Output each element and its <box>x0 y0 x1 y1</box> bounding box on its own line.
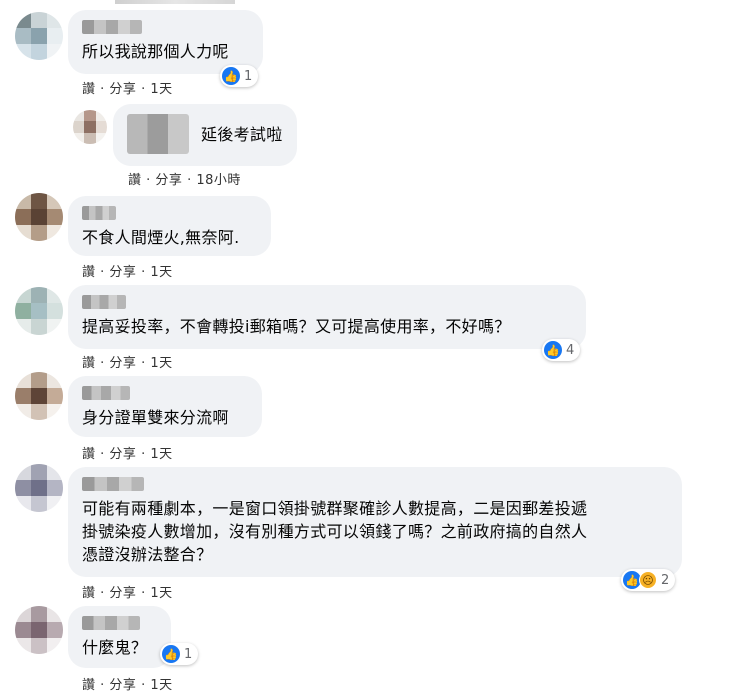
author-name[interactable] <box>82 477 144 491</box>
share-link[interactable]: 分享 <box>109 447 136 462</box>
reaction-summary[interactable]: 👍 1 <box>160 643 199 665</box>
timestamp[interactable]: 1天 <box>150 447 172 462</box>
timestamp[interactable]: 1天 <box>150 265 172 280</box>
comment-actions: 讚 · 分享 · 18小時 <box>128 173 241 188</box>
share-link[interactable]: 分享 <box>109 356 136 371</box>
comment-actions: 讚 · 分享 · 1天 <box>82 586 173 601</box>
author-name[interactable] <box>82 295 126 309</box>
author-name[interactable] <box>82 386 130 400</box>
like-icon: 👍 <box>544 341 562 359</box>
avatar[interactable] <box>15 287 63 335</box>
reaction-summary[interactable]: 👍 1 <box>220 65 259 87</box>
comment-text: 可能有兩種劇本，一是窗口領掛號群聚確診人數提高，二是因郵差投遞 掛號染疫人數增加… <box>82 499 588 564</box>
author-name[interactable] <box>82 616 140 630</box>
timestamp[interactable]: 18小時 <box>196 173 241 188</box>
avatar[interactable] <box>15 193 63 241</box>
reaction-summary[interactable]: 👍 ☹ 2 <box>621 569 676 591</box>
comment-bubble: 身分證單雙來分流啊 <box>68 376 262 437</box>
reaction-count: 4 <box>566 342 575 358</box>
comment-actions: 讚 · 分享 · 1天 <box>82 356 173 371</box>
author-name[interactable] <box>82 206 116 220</box>
reaction-summary[interactable]: 👍 4 <box>542 339 581 361</box>
timestamp[interactable]: 1天 <box>150 82 172 97</box>
comment-text: 所以我說那個人力呢 <box>82 42 229 61</box>
timestamp[interactable]: 1天 <box>150 356 172 371</box>
reaction-count: 1 <box>184 646 193 662</box>
like-link[interactable]: 讚 <box>82 678 96 693</box>
comment-bubble: 什麼鬼？ <box>68 606 171 668</box>
like-link[interactable]: 讚 <box>82 447 96 462</box>
timestamp[interactable]: 1天 <box>150 586 172 601</box>
like-link[interactable]: 讚 <box>82 82 96 97</box>
timestamp[interactable]: 1天 <box>150 678 172 693</box>
comment-actions: 讚 · 分享 · 1天 <box>82 447 173 462</box>
avatar[interactable] <box>15 606 63 654</box>
comment-bubble: 可能有兩種劇本，一是窗口領掛號群聚確診人數提高，二是因郵差投遞 掛號染疫人數增加… <box>68 467 682 577</box>
reaction-count: 1 <box>244 68 253 84</box>
avatar[interactable] <box>15 372 63 420</box>
reaction-count: 2 <box>661 572 670 588</box>
comment-text: 提高妥投率，不會轉投i郵箱嗎？又可提高使用率，不好嗎？ <box>82 317 511 336</box>
avatar[interactable] <box>15 464 63 512</box>
author-name[interactable] <box>82 20 142 34</box>
comment-actions: 讚 · 分享 · 1天 <box>82 82 173 97</box>
like-link[interactable]: 讚 <box>128 173 142 188</box>
author-name[interactable] <box>127 114 189 154</box>
avatar[interactable] <box>73 110 107 144</box>
comment-bubble: 提高妥投率，不會轉投i郵箱嗎？又可提高使用率，不好嗎？ <box>68 285 586 349</box>
share-link[interactable]: 分享 <box>109 678 136 693</box>
like-link[interactable]: 讚 <box>82 356 96 371</box>
share-link[interactable]: 分享 <box>109 586 136 601</box>
like-icon: 👍 <box>162 645 180 663</box>
like-link[interactable]: 讚 <box>82 265 96 280</box>
share-link[interactable]: 分享 <box>109 82 136 97</box>
avatar[interactable] <box>15 12 63 60</box>
like-link[interactable]: 讚 <box>82 586 96 601</box>
comment-text: 身分證單雙來分流啊 <box>82 408 229 427</box>
sad-icon: ☹ <box>639 571 657 589</box>
share-link[interactable]: 分享 <box>155 173 182 188</box>
comment-bubble: 延後考試啦 <box>113 104 297 166</box>
comment-text: 不食人間煙火,無奈阿. <box>82 228 240 247</box>
comment-actions: 讚 · 分享 · 1天 <box>82 678 173 693</box>
comment-bubble: 不食人間煙火,無奈阿. <box>68 196 271 256</box>
comment-text: 延後考試啦 <box>201 124 283 144</box>
cut-off-meta <box>115 0 235 4</box>
comment-text: 什麼鬼？ <box>82 638 148 657</box>
like-icon: 👍 <box>222 67 240 85</box>
comment-actions: 讚 · 分享 · 1天 <box>82 265 173 280</box>
share-link[interactable]: 分享 <box>109 265 136 280</box>
